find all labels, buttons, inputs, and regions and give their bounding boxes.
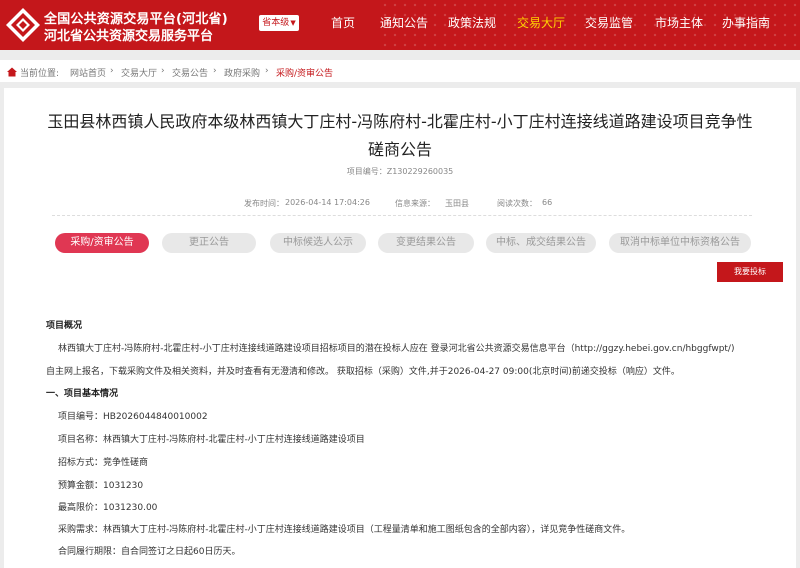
budget-amount-item: 预算金额：1031230 [58, 481, 144, 491]
views-label: 阅读次数： [497, 199, 537, 208]
tender-method-item: 招标方式：竞争性磋商 [58, 458, 149, 468]
province-select[interactable]: 省本级▼ [259, 15, 299, 31]
source-value: 玉田县 [445, 199, 469, 208]
nav-home[interactable]: 首页 [331, 0, 355, 50]
breadcrumb-announcements[interactable]: 交易公告 [172, 66, 208, 79]
nav-notices[interactable]: 通知公告 [380, 0, 428, 50]
tab-correction-notice[interactable]: 更正公告 [162, 233, 256, 253]
province-select-value: 省本级 [262, 18, 290, 28]
contract-period-item: 合同履行期限：自合同签订之日起60日历天。 [58, 547, 241, 557]
divider [52, 215, 752, 216]
home-icon [7, 67, 17, 77]
section1-heading: 一、项目基本情况 [46, 389, 119, 399]
breadcrumb-home[interactable]: 网站首页 [70, 66, 106, 79]
publish-time-label: 发布时间： [244, 199, 284, 208]
breadcrumb-trading-hall[interactable]: 交易大厅 [121, 66, 157, 79]
breadcrumb [0, 60, 800, 82]
page-title-line2: 磋商公告 [367, 140, 432, 159]
breadcrumb-government-procurement[interactable]: 政府采购 [224, 66, 260, 79]
breadcrumb-prefix: 当前位置: [20, 69, 60, 79]
nav-trading-hall[interactable]: 交易大厅 [517, 0, 565, 50]
nav-guide[interactable]: 办事指南 [722, 0, 770, 50]
nav-policies[interactable]: 政策法规 [448, 0, 496, 50]
breadcrumb-current: 采购/资审公告 [276, 69, 334, 79]
project-name-item: 项目名称：林西镇大丁庄村-冯陈府村-北霍庄村-小丁庄村连接线道路建设项目 [58, 435, 365, 445]
tab-procurement-notice[interactable]: 采购/资审公告 [55, 233, 149, 253]
page-title: 玉田县林西镇人民政府本级林西镇大丁庄村-冯陈府村-北霍庄村-小丁庄村连接线道路建… [47, 112, 753, 131]
overview-paragraph-line1: 林西镇大丁庄村-冯陈府村-北霍庄村-小丁庄村连接线道路建设项目招标项目的潜在投标… [58, 344, 735, 354]
tab-award-result-notice[interactable]: 中标、成交结果公告 [486, 233, 596, 253]
article-card [4, 88, 796, 568]
bid-button[interactable]: 我要投标 [717, 262, 783, 282]
overview-paragraph-line2: 自主网上报名，下载采购文件及相关资料，并及时查看有无澄清和修改。 获取招标（采购… [46, 367, 680, 377]
breadcrumb-sep: › [265, 66, 269, 76]
tab-change-result-notice[interactable]: 变更结果公告 [378, 233, 474, 253]
overview-heading: 项目概况 [46, 321, 83, 331]
breadcrumb-sep: › [110, 66, 114, 76]
tab-candidate-publicity[interactable]: 中标候选人公示 [270, 233, 366, 253]
nav-market-entities[interactable]: 市场主体 [655, 0, 703, 50]
source-label: 信息来源： [395, 199, 435, 208]
breadcrumb-sep: › [161, 66, 165, 76]
project-number-item: 项目编号：HB2026044840010002 [58, 412, 208, 422]
project-number: 项目编号：Z130229260035 [346, 167, 454, 176]
views-count: 66 [542, 198, 553, 207]
breadcrumb-sep: › [213, 66, 217, 76]
tab-cancel-award-notice[interactable]: 取消中标单位中标资格公告 [609, 233, 751, 253]
publish-time: 2026-04-14 17:04:26 [285, 198, 370, 207]
requirements-item: 采购需求：林西镇大丁庄村-冯陈府村-北霍庄村-小丁庄村连接线道路建设项目（工程量… [58, 525, 631, 535]
chevron-down-icon: ▼ [290, 19, 296, 27]
brand-line2: 河北省公共资源交易服务平台 [44, 29, 214, 44]
max-price-item: 最高限价：1031230.00 [58, 503, 158, 513]
platform-logo-icon[interactable] [5, 7, 41, 43]
nav-supervision[interactable]: 交易监管 [585, 0, 633, 50]
